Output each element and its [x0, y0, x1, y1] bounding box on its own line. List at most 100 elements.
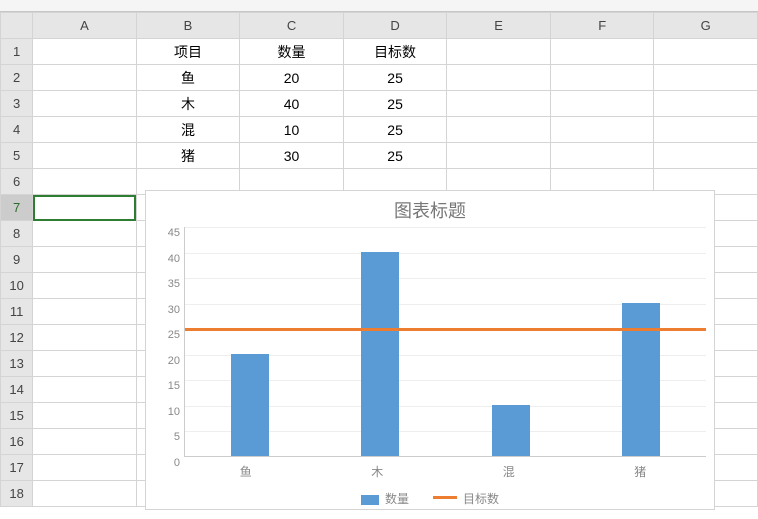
col-header-D[interactable]: D [343, 13, 447, 39]
row-header-10[interactable]: 10 [1, 273, 33, 299]
cell-D2[interactable]: 25 [343, 65, 447, 91]
cell-G5[interactable] [654, 143, 758, 169]
bar-slot [576, 227, 706, 456]
cell-F3[interactable] [550, 91, 654, 117]
col-header-F[interactable]: F [550, 13, 654, 39]
cell-A5[interactable] [33, 143, 137, 169]
col-header-C[interactable]: C [240, 13, 344, 39]
cell-D5[interactable]: 25 [343, 143, 447, 169]
chart-target-line[interactable] [185, 328, 706, 331]
col-header-G[interactable]: G [654, 13, 758, 39]
cell-C3[interactable]: 40 [240, 91, 344, 117]
row-header-14[interactable]: 14 [1, 377, 33, 403]
row-header-8[interactable]: 8 [1, 221, 33, 247]
cell-A15[interactable] [33, 403, 137, 429]
cell-A9[interactable] [33, 247, 137, 273]
cell-B5[interactable]: 猪 [136, 143, 240, 169]
cell-A13[interactable] [33, 351, 137, 377]
cell-D4[interactable]: 25 [343, 117, 447, 143]
chart-bar[interactable] [361, 252, 399, 456]
y-tick-label: 35 [150, 278, 180, 290]
cell-A14[interactable] [33, 377, 137, 403]
cell-B2[interactable]: 鱼 [136, 65, 240, 91]
row-header-5[interactable]: 5 [1, 143, 33, 169]
cell-F1[interactable] [550, 39, 654, 65]
cell-A3[interactable] [33, 91, 137, 117]
cell-C2[interactable]: 20 [240, 65, 344, 91]
row-header-16[interactable]: 16 [1, 429, 33, 455]
cell-A11[interactable] [33, 299, 137, 325]
col-header-B[interactable]: B [136, 13, 240, 39]
select-all-corner[interactable] [1, 13, 33, 39]
legend-item-line: 目标数 [433, 490, 499, 507]
y-tick-label: 5 [150, 431, 180, 443]
cell-A1[interactable] [33, 39, 137, 65]
cell-E3[interactable] [447, 91, 551, 117]
chart-y-axis: 051015202530354045 [150, 227, 184, 457]
bar-slot [446, 227, 576, 456]
y-tick-label: 45 [150, 227, 180, 239]
column-header-row: A B C D E F G [1, 13, 758, 39]
toolbar-strip [0, 0, 758, 12]
row-header-3[interactable]: 3 [1, 91, 33, 117]
x-tick-label: 木 [312, 457, 444, 480]
cell-A16[interactable] [33, 429, 137, 455]
cell-A10[interactable] [33, 273, 137, 299]
cell-A17[interactable] [33, 455, 137, 481]
col-header-A[interactable]: A [33, 13, 137, 39]
cell-A12[interactable] [33, 325, 137, 351]
row-header-9[interactable]: 9 [1, 247, 33, 273]
row-header-12[interactable]: 12 [1, 325, 33, 351]
row-header-15[interactable]: 15 [1, 403, 33, 429]
cell-G1[interactable] [654, 39, 758, 65]
cell-D1[interactable]: 目标数 [343, 39, 447, 65]
cell-D3[interactable]: 25 [343, 91, 447, 117]
chart-plot [184, 227, 706, 457]
cell-G2[interactable] [654, 65, 758, 91]
cell-A6[interactable] [33, 169, 137, 195]
col-header-E[interactable]: E [447, 13, 551, 39]
y-tick-label: 15 [150, 380, 180, 392]
cell-F2[interactable] [550, 65, 654, 91]
row-header-13[interactable]: 13 [1, 351, 33, 377]
cell-A2[interactable] [33, 65, 137, 91]
cell-B1[interactable]: 项目 [136, 39, 240, 65]
cell-B3[interactable]: 木 [136, 91, 240, 117]
row-header-4[interactable]: 4 [1, 117, 33, 143]
chart-bar[interactable] [231, 354, 269, 456]
row-header-1[interactable]: 1 [1, 39, 33, 65]
chart-bar[interactable] [622, 303, 660, 456]
cell-G3[interactable] [654, 91, 758, 117]
cell-E4[interactable] [447, 117, 551, 143]
cell-B4[interactable]: 混 [136, 117, 240, 143]
cell-F5[interactable] [550, 143, 654, 169]
row-header-11[interactable]: 11 [1, 299, 33, 325]
cell-A4[interactable] [33, 117, 137, 143]
legend-label-bar: 数量 [385, 492, 409, 506]
y-tick-label: 25 [150, 329, 180, 341]
cell-C5[interactable]: 30 [240, 143, 344, 169]
bar-slot [315, 227, 445, 456]
cell-E1[interactable] [447, 39, 551, 65]
chart-legend: 数量 目标数 [146, 480, 714, 507]
cell-A18[interactable] [33, 481, 137, 507]
y-tick-label: 30 [150, 304, 180, 316]
cell-C1[interactable]: 数量 [240, 39, 344, 65]
cell-E5[interactable] [447, 143, 551, 169]
cell-F4[interactable] [550, 117, 654, 143]
cell-E2[interactable] [447, 65, 551, 91]
x-tick-label: 鱼 [180, 457, 312, 480]
x-tick-label: 猪 [575, 457, 707, 480]
cell-A7[interactable] [33, 195, 137, 221]
row-header-2[interactable]: 2 [1, 65, 33, 91]
row-header-18[interactable]: 18 [1, 481, 33, 507]
row-header-6[interactable]: 6 [1, 169, 33, 195]
chart-bar[interactable] [492, 405, 530, 456]
cell-G4[interactable] [654, 117, 758, 143]
cell-C4[interactable]: 10 [240, 117, 344, 143]
legend-swatch-line-icon [433, 496, 457, 499]
row-header-17[interactable]: 17 [1, 455, 33, 481]
row-header-7[interactable]: 7 [1, 195, 33, 221]
cell-A8[interactable] [33, 221, 137, 247]
embedded-chart[interactable]: 图表标题 051015202530354045 鱼木混猪 数量 目标数 [145, 190, 715, 510]
